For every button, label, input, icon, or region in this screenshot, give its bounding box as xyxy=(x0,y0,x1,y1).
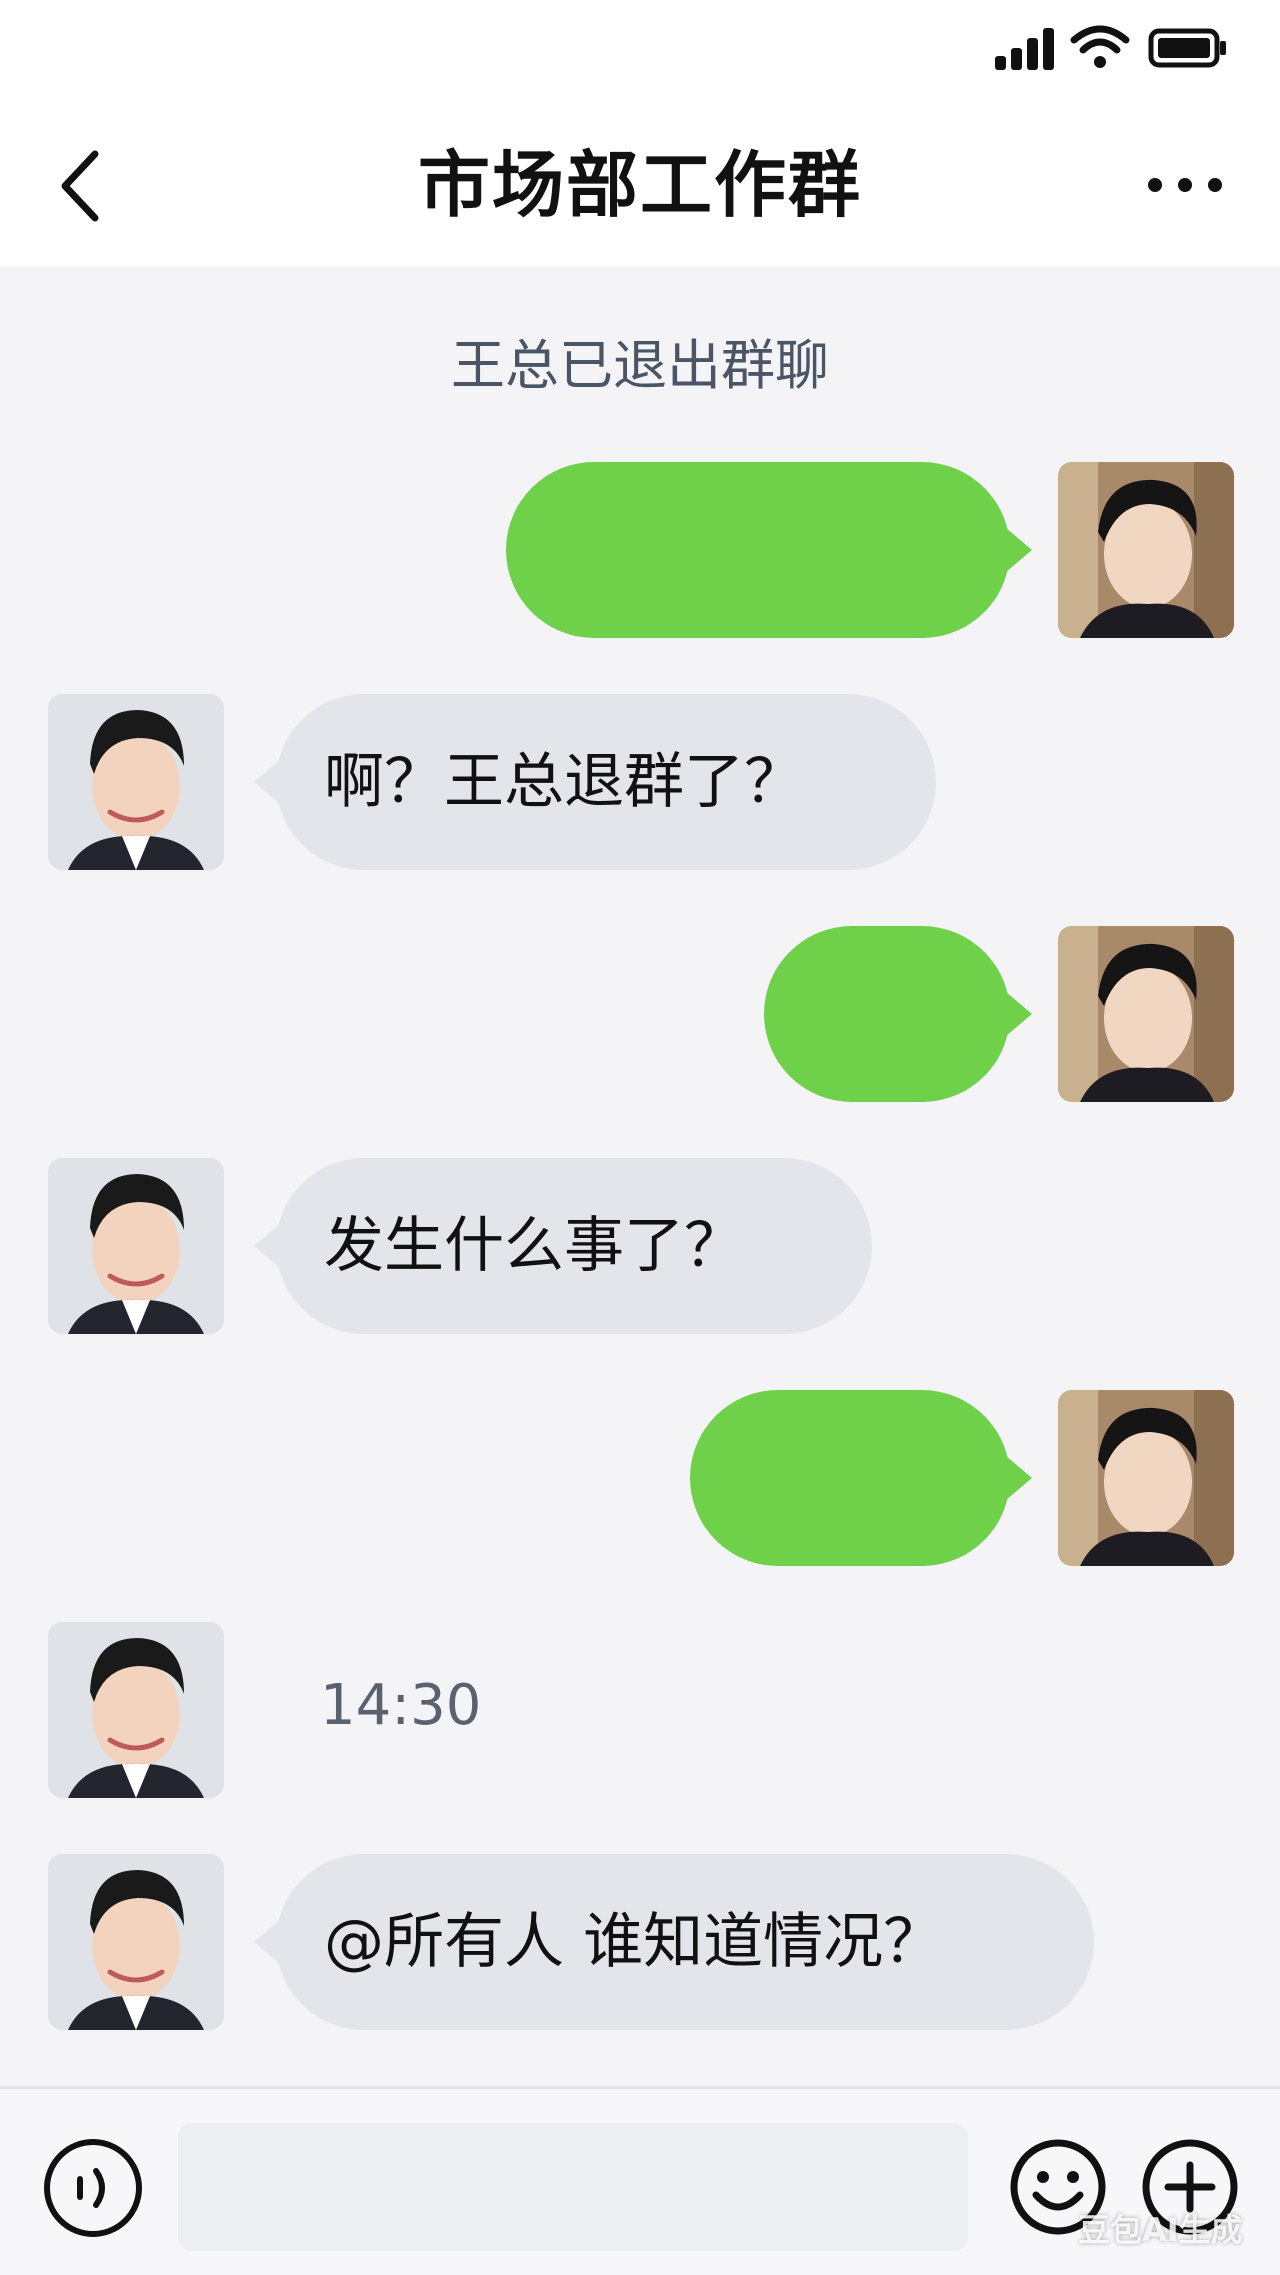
message-input[interactable] xyxy=(178,2123,968,2251)
sent-message-bubble[interactable] xyxy=(506,462,1032,638)
wifi-icon xyxy=(1070,25,1130,68)
more-options-button[interactable] xyxy=(1140,150,1230,220)
voice-button[interactable] xyxy=(44,2139,142,2237)
message-timestamp: 14:30 xyxy=(320,1673,482,1738)
avatar-self[interactable] xyxy=(1058,462,1234,638)
received-message-bubble[interactable]: @所有人 谁知道情况？ xyxy=(254,1854,1094,2030)
back-button[interactable] xyxy=(40,136,120,236)
received-message-bubble[interactable]: 发生什么事了？ xyxy=(254,1158,872,1334)
ellipsis-icon xyxy=(1148,178,1222,192)
sent-message-bubble[interactable] xyxy=(764,926,1032,1102)
avatar-colleague[interactable] xyxy=(48,1622,224,1798)
avatar-colleague[interactable] xyxy=(48,1854,224,2030)
chat-area[interactable]: 王总已退出群聊 啊？王总退群了？ 发生什么事了？ 14:30 @所有人 谁知道情… xyxy=(0,266,1280,2086)
chevron-left-icon xyxy=(61,150,99,222)
signal-icon xyxy=(995,28,1055,70)
battery-icon xyxy=(1148,28,1226,68)
voice-icon xyxy=(77,2168,105,2208)
watermark-label: 豆包AI生成 xyxy=(1078,2211,1243,2249)
avatar-self[interactable] xyxy=(1058,926,1234,1102)
avatar-colleague[interactable] xyxy=(48,694,224,870)
status-bar xyxy=(0,0,1280,110)
chat-header: 市场部工作群 xyxy=(0,110,1280,266)
avatar-self[interactable] xyxy=(1058,1390,1234,1566)
received-message-bubble[interactable]: 啊？王总退群了？ xyxy=(254,694,936,870)
avatar-colleague[interactable] xyxy=(48,1158,224,1334)
sent-message-bubble[interactable] xyxy=(690,1390,1032,1566)
system-message: 王总已退出群聊 xyxy=(451,334,829,397)
chat-title: 市场部工作群 xyxy=(417,143,862,227)
